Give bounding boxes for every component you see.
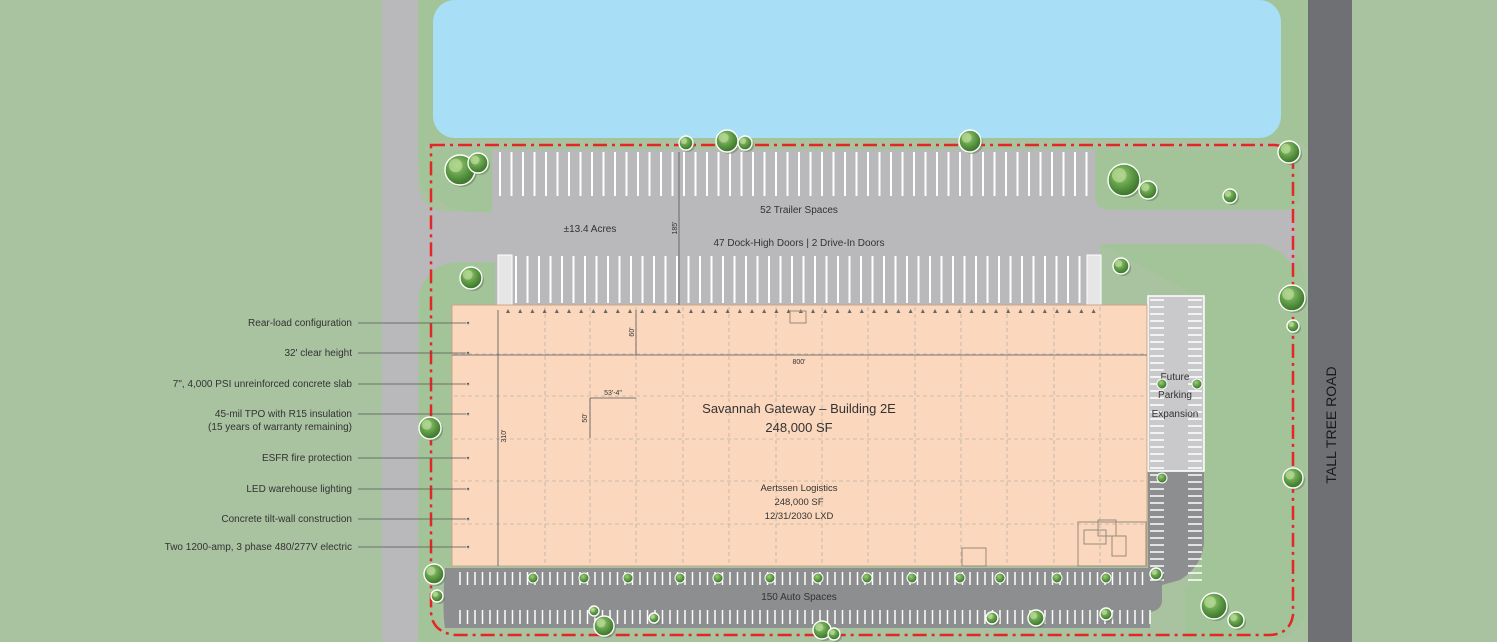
- retention-pond: [433, 0, 1281, 138]
- tree: [861, 572, 873, 584]
- tree-highlight: [432, 591, 438, 597]
- tree: [578, 572, 590, 584]
- tenant-name: Aertssen Logistics: [760, 483, 837, 494]
- tree-highlight: [680, 137, 688, 145]
- tall-tree-road: [1308, 0, 1352, 642]
- tree-highlight: [961, 132, 972, 143]
- tree-highlight: [650, 614, 655, 619]
- tree: [906, 572, 918, 584]
- tree-highlight: [1224, 190, 1232, 198]
- future-parking-line2: Parking: [1158, 390, 1192, 401]
- feature-label: 7", 4,000 PSI unreinforced concrete slab: [173, 379, 353, 390]
- tree-highlight: [1204, 596, 1216, 608]
- feature-label: Concrete tilt-wall construction: [221, 514, 352, 525]
- tree: [1191, 378, 1203, 390]
- future-parking-line3: Expansion: [1152, 409, 1199, 420]
- tree-highlight: [1112, 168, 1127, 183]
- tree-highlight: [426, 566, 436, 576]
- feature-label: ESFR fire protection: [262, 453, 352, 464]
- tree-highlight: [1230, 614, 1238, 622]
- tree: [812, 572, 824, 584]
- tree-highlight: [1285, 470, 1295, 480]
- feature-label: LED warehouse lighting: [246, 484, 352, 495]
- tree-highlight: [421, 419, 432, 430]
- dim-width: 800': [792, 359, 805, 366]
- tree-highlight: [470, 155, 480, 165]
- tree-highlight: [1288, 321, 1294, 327]
- tree-highlight: [829, 629, 835, 635]
- tree-highlight: [590, 607, 595, 612]
- tenant-lxd: 12/31/2030 LXD: [765, 511, 834, 522]
- dock-end-west: [497, 254, 513, 306]
- tree: [1051, 572, 1063, 584]
- dim-bay-depth: 50': [582, 413, 589, 422]
- feature-label-sub: (15 years of warranty remaining): [208, 422, 352, 433]
- tree-highlight: [448, 158, 463, 173]
- tree-highlight: [1280, 143, 1291, 154]
- tree: [1156, 472, 1168, 484]
- tree-highlight: [739, 137, 747, 145]
- tree-highlight: [1141, 183, 1150, 192]
- dim-depth: 310': [501, 429, 508, 442]
- tree-highlight: [1282, 288, 1294, 300]
- building-2e: [451, 304, 1148, 567]
- tree: [527, 572, 539, 584]
- building-sf: 248,000 SF: [765, 420, 832, 435]
- tree-highlight: [815, 623, 824, 632]
- tree: [1156, 378, 1168, 390]
- tree-highlight: [596, 618, 606, 628]
- tree-highlight: [987, 613, 993, 619]
- tree: [622, 572, 634, 584]
- tree-highlight: [462, 269, 473, 280]
- tree: [764, 572, 776, 584]
- tree: [1100, 572, 1112, 584]
- feature-label: 45-mil TPO with R15 insulation: [215, 409, 352, 420]
- dim-truck-court: 185': [672, 221, 679, 234]
- tree-highlight: [718, 132, 729, 143]
- tree: [674, 572, 686, 584]
- tree: [954, 572, 966, 584]
- tree-highlight: [1151, 569, 1157, 575]
- tree-highlight: [1115, 260, 1123, 268]
- tree: [712, 572, 724, 584]
- dim-dock: 60': [629, 327, 636, 336]
- tree-highlight: [1101, 609, 1107, 615]
- feature-label: Two 1200-amp, 3 phase 480/277V electric: [165, 542, 352, 553]
- dim-bay-width: 53'-4": [604, 390, 622, 397]
- dock-end-east: [1086, 254, 1102, 306]
- doors-label: 47 Dock-High Doors | 2 Drive-In Doors: [714, 238, 885, 249]
- site-plan: 800' 310' 185' 60' 53'-4" 50' Savannah G…: [0, 0, 1497, 642]
- auto-spaces-label: 150 Auto Spaces: [761, 592, 837, 603]
- feature-label: Rear-load configuration: [248, 318, 352, 329]
- feature-label: 32' clear height: [284, 348, 352, 359]
- building-title: Savannah Gateway – Building 2E: [702, 401, 896, 416]
- road-name-label: TALL TREE ROAD: [1323, 366, 1339, 483]
- tree-highlight: [1030, 612, 1038, 620]
- acres-label: ±13.4 Acres: [564, 224, 617, 235]
- tenant-sf: 248,000 SF: [774, 497, 823, 508]
- tree: [994, 572, 1006, 584]
- trailer-spaces-label: 52 Trailer Spaces: [760, 205, 838, 216]
